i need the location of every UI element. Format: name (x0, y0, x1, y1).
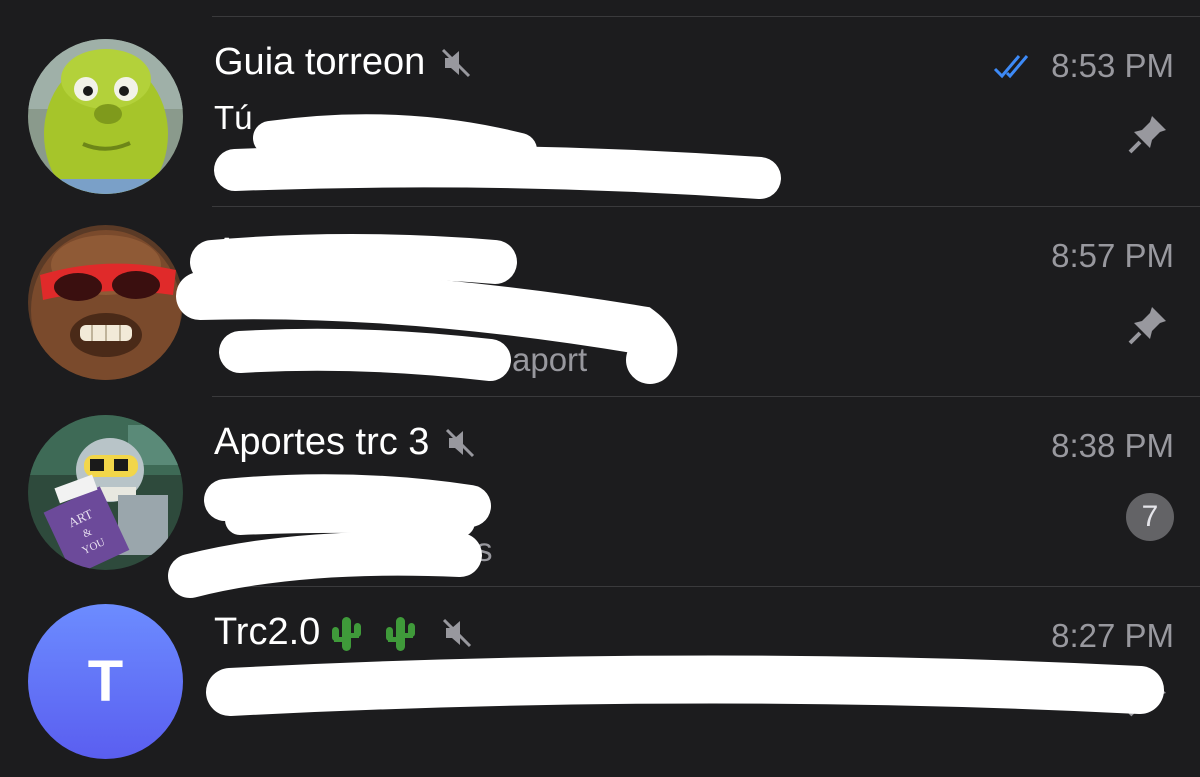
chat-title-text: Aportes trc 1 (214, 231, 430, 273)
chat-title: Trc2.0 (214, 611, 474, 654)
mute-icon (446, 238, 475, 267)
avatar: ART & YOU (28, 415, 183, 570)
cactus-icon (386, 616, 416, 651)
avatar (28, 225, 183, 380)
chat-time: 8:53 PM (1051, 47, 1174, 84)
mute-icon (443, 618, 472, 647)
double-check-icon (994, 55, 1029, 79)
preview-tail: s (476, 531, 493, 568)
time-wrap: 8:38 PM (1051, 427, 1174, 465)
chat-title: Aportes trc 1 (214, 231, 477, 274)
avatar: T (28, 604, 183, 759)
avatar (28, 39, 183, 194)
time-wrap: 8:27 PM (1051, 617, 1174, 655)
mute-icon (442, 48, 471, 77)
green-character-avatar-image (28, 39, 183, 194)
chat-title: Aportes trc 3 (214, 421, 477, 464)
chat-row-guia-torreon[interactable]: Guia torreon 8:53 PM Tú (0, 17, 1200, 207)
preview-tail: aport (512, 341, 588, 378)
time-wrap: 8:53 PM (993, 47, 1174, 85)
mute-icon (446, 428, 475, 457)
time-wrap: 8:57 PM (1051, 237, 1174, 275)
chat-row-aportes-trc-3[interactable]: ART & YOU Aportes trc 3 8:38 PM s 7 (0, 397, 1200, 587)
pin-icon (1128, 116, 1166, 154)
cactus-icon (332, 616, 362, 651)
pin-icon (1128, 679, 1166, 717)
chat-row-trc2[interactable]: T Trc2.0 8:27 PM (0, 587, 1200, 777)
preview-sender: Tú (214, 99, 253, 136)
chat-title-text: Aportes trc 3 (214, 421, 430, 463)
chat-time: 8:57 PM (1051, 237, 1174, 274)
pin-icon (1128, 307, 1166, 345)
chat-title-text: Guia torreon (214, 41, 426, 83)
robot-reading-avatar-image: ART & YOU (28, 415, 183, 570)
unread-badge: 7 (1126, 493, 1174, 541)
avatar-letter: T (87, 649, 124, 714)
monkey-sunglasses-avatar-image (28, 225, 183, 380)
chat-title-text: Trc2.0 (214, 611, 321, 653)
chat-title: Guia torreon (214, 41, 473, 84)
chat-time: 8:27 PM (1051, 617, 1174, 654)
chat-list: Guia torreon 8:53 PM Tú Aportes trc 1 8:… (0, 0, 1200, 766)
chat-time: 8:38 PM (1051, 427, 1174, 464)
chat-row-aportes-trc-1[interactable]: Aportes trc 1 8:57 PM aport (0, 207, 1200, 397)
